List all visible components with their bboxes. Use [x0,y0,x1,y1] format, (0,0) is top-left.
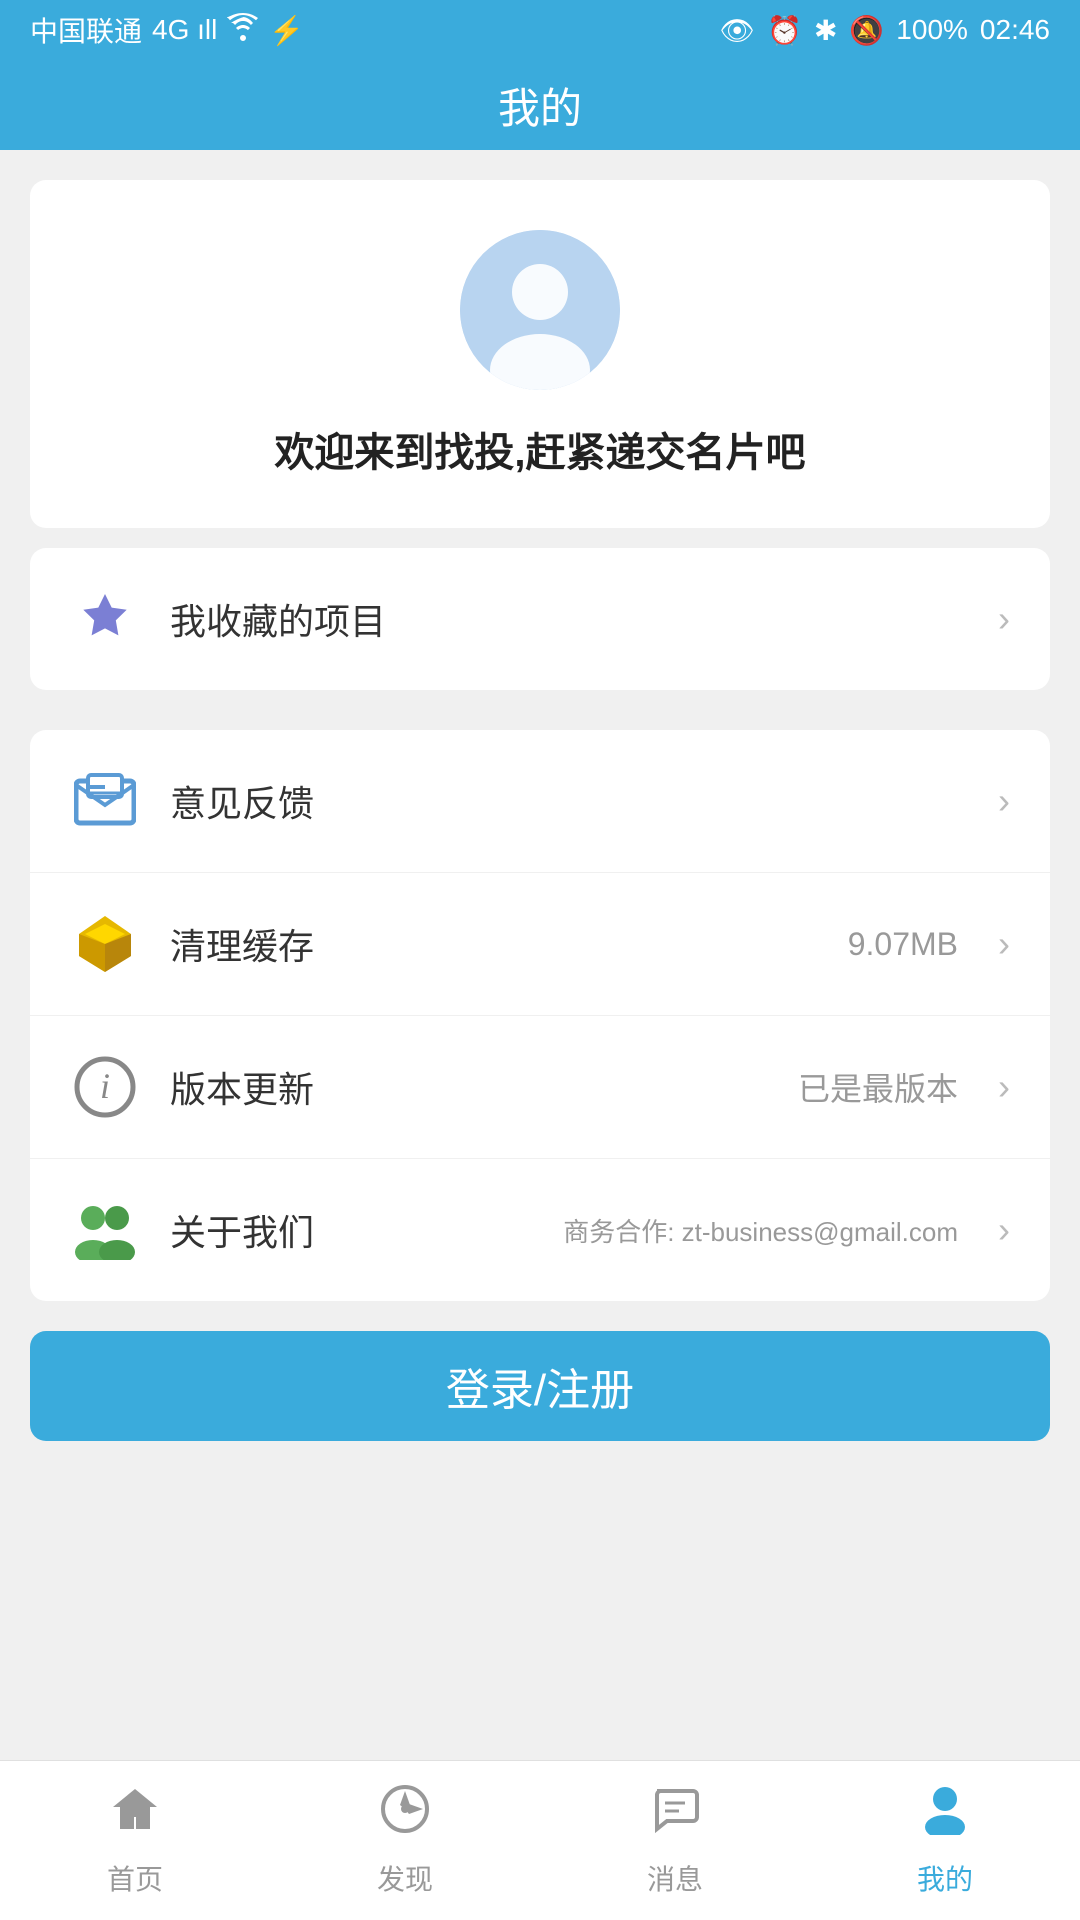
about-contact: 商务合作: zt-business@gmail.com [563,1212,958,1249]
cache-label: 清理缓存 [170,918,818,970]
welcome-text: 欢迎来到找投,赶紧递交名片吧 [274,420,805,478]
app-header: 我的 [0,60,1080,150]
cache-chevron: › [998,923,1010,965]
person-icon [919,1783,971,1848]
compass-icon [379,1783,431,1848]
discover-label: 发现 [377,1858,433,1898]
about-chevron: › [998,1209,1010,1251]
nav-home[interactable]: 首页 [0,1783,270,1898]
status-left: 中国联通 4G ıll ⚡ [30,10,304,50]
eye-icon: 👁 [720,14,756,47]
profile-card: 欢迎来到找投,赶紧递交名片吧 [30,180,1050,528]
favorites-label: 我收藏的项目 [170,593,968,645]
signal-icon: 4G ıll [152,14,217,46]
main-content: 欢迎来到找投,赶紧递交名片吧 我收藏的项目 › [0,150,1080,1760]
carrier-text: 中国联通 [30,10,142,50]
team-icon [70,1195,140,1265]
mine-label: 我的 [917,1858,973,1898]
chat-icon [649,1783,701,1848]
status-right: 👁 ⏰ ✱ 🔕 100% 02:46 [720,14,1050,47]
version-status: 已是最版本 [798,1064,958,1110]
mail-icon [70,766,140,836]
about-item[interactable]: 关于我们 商务合作: zt-business@gmail.com › [30,1159,1050,1301]
info-icon: i [70,1052,140,1122]
version-item[interactable]: i 版本更新 已是最版本 › [30,1016,1050,1159]
cache-icon [70,909,140,979]
cache-size: 9.07MB [848,926,958,963]
settings-card: 意见反馈 › 清理缓存 9.07MB › i [30,730,1050,1301]
star-icon [70,584,140,654]
version-label: 版本更新 [170,1061,768,1113]
status-bar: 中国联通 4G ıll ⚡ 👁 ⏰ ✱ 🔕 100% 02:46 [0,0,1080,60]
nav-discover[interactable]: 发现 [270,1783,540,1898]
bottom-nav: 首页 发现 消息 我的 [0,1760,1080,1920]
favorites-item[interactable]: 我收藏的项目 › [30,548,1050,690]
login-button[interactable]: 登录/注册 [30,1331,1050,1441]
battery-text: 100% [896,14,968,46]
home-icon [109,1783,161,1848]
usb-icon: ⚡ [269,14,304,47]
about-label: 关于我们 [170,1204,533,1256]
svg-text:i: i [100,1066,110,1106]
feedback-item[interactable]: 意见反馈 › [30,730,1050,873]
favorites-card[interactable]: 我收藏的项目 › [30,548,1050,690]
bluetooth-icon: ✱ [814,14,837,47]
messages-label: 消息 [647,1858,703,1898]
feedback-chevron: › [998,780,1010,822]
nav-mine[interactable]: 我的 [810,1783,1080,1898]
alarm-icon: ⏰ [767,14,802,47]
favorites-chevron: › [998,598,1010,640]
feedback-label: 意见反馈 [170,775,968,827]
version-chevron: › [998,1066,1010,1108]
cache-item[interactable]: 清理缓存 9.07MB › [30,873,1050,1016]
time-display: 02:46 [980,14,1050,46]
wifi-icon [227,13,259,48]
page-title: 我的 [498,75,582,136]
home-label: 首页 [107,1858,163,1898]
avatar [460,230,620,390]
nav-messages[interactable]: 消息 [540,1783,810,1898]
mute-icon: 🔕 [849,14,884,47]
